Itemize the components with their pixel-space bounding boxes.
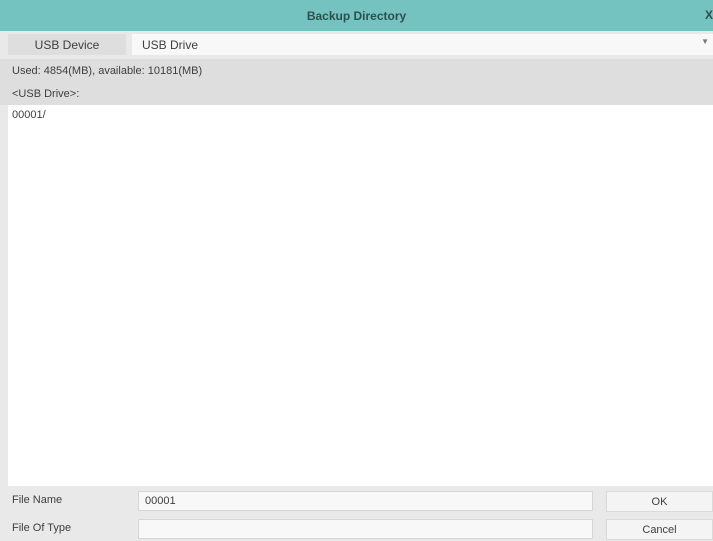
file-type-input[interactable] — [138, 519, 593, 539]
device-select[interactable]: USB Drive ▼ — [132, 34, 713, 55]
device-row: USB Device USB Drive ▼ — [0, 31, 713, 58]
file-name-input[interactable] — [138, 491, 593, 511]
cancel-button-label: Cancel — [642, 523, 677, 536]
cancel-button[interactable]: Cancel — [606, 519, 713, 540]
file-item-name: 00001/ — [12, 109, 46, 121]
current-path-text: <USB Drive>: — [12, 88, 80, 100]
chevron-down-icon[interactable]: ▼ — [701, 37, 709, 46]
storage-usage-text: Used: 4854(MB), available: 10181(MB) — [12, 65, 203, 77]
list-item[interactable]: 00001/ — [8, 105, 713, 125]
close-icon[interactable]: X — [705, 6, 713, 25]
current-path-row: <USB Drive>: — [0, 83, 713, 105]
file-type-label: File Of Type — [12, 522, 72, 534]
bottom-panel: File Name OK File Of Type Cancel — [0, 486, 713, 541]
file-name-label: File Name — [12, 494, 63, 506]
backup-directory-dialog: Backup Directory X USB Device USB Drive … — [0, 0, 713, 541]
ok-button[interactable]: OK — [606, 491, 713, 512]
device-label: USB Device — [8, 34, 126, 55]
device-select-value: USB Drive — [142, 37, 199, 52]
storage-usage-row: Used: 4854(MB), available: 10181(MB) — [0, 59, 713, 83]
file-list[interactable]: 00001/ — [8, 105, 713, 486]
title-bar: Backup Directory X — [0, 0, 713, 31]
device-label-text: USB Device — [34, 37, 100, 52]
ok-button-label: OK — [651, 495, 668, 508]
dialog-title: Backup Directory — [306, 8, 407, 23]
